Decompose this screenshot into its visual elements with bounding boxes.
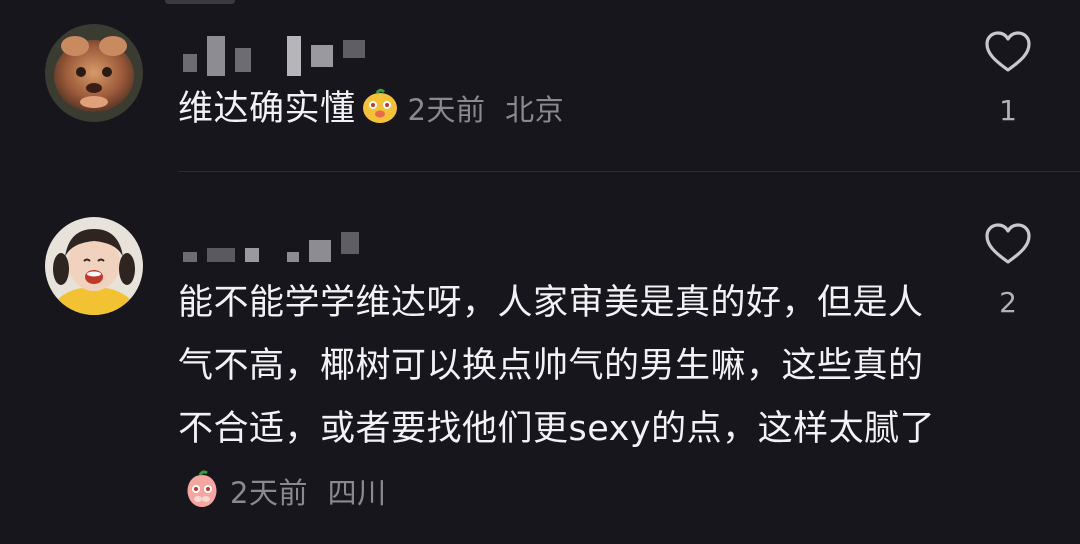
like-button[interactable]: 2 xyxy=(982,222,1034,319)
comment-text: 维达确实懂 2天前 北京 xyxy=(178,78,938,142)
comment-item: 能不能学学维达呀，人家审美是真的好，但是人气不高，椰树可以换点帅气的男生嘛，这些… xyxy=(0,172,1080,544)
comment-body: 能不能学学维达呀，人家审美是真的好，但是人气不高，椰树可以换点帅气的男生嘛，这些… xyxy=(178,283,936,449)
heart-outline-icon[interactable] xyxy=(984,222,1032,266)
avatar[interactable] xyxy=(45,217,143,315)
username-redacted[interactable] xyxy=(183,229,359,269)
like-button[interactable]: 1 xyxy=(982,30,1034,127)
comment-time: 2天前 xyxy=(407,93,486,127)
like-count: 2 xyxy=(999,286,1017,319)
avatar[interactable] xyxy=(45,24,143,122)
comment-time: 2天前 xyxy=(230,476,308,510)
comment-location: 四川 xyxy=(327,476,387,510)
comment-item: 维达确实懂 2天前 北京 1 xyxy=(0,0,1080,172)
comment-body: 维达确实懂 xyxy=(178,89,356,129)
comment-location: 北京 xyxy=(505,93,565,127)
like-count: 1 xyxy=(999,94,1017,127)
username-redacted[interactable] xyxy=(183,36,365,76)
shy-peach-emoji-icon xyxy=(182,467,222,507)
comment-text: 能不能学学维达呀，人家审美是真的好，但是人气不高，椰树可以换点帅气的男生嘛，这些… xyxy=(178,272,938,525)
dog-face-emoji-icon xyxy=(360,84,400,124)
heart-outline-icon[interactable] xyxy=(984,30,1032,74)
